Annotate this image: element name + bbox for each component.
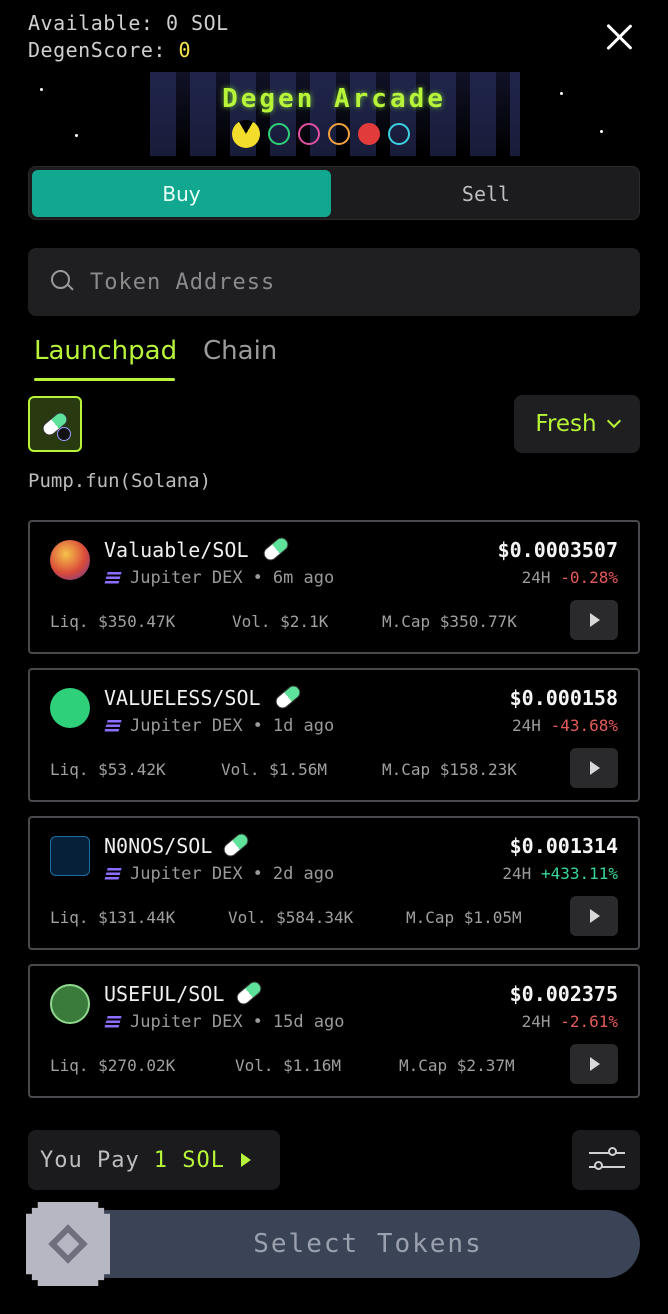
star-icon <box>75 134 78 137</box>
pill-icon <box>260 534 292 564</box>
liquidity: Liq. $350.47K <box>50 612 176 631</box>
solana-icon <box>104 868 122 880</box>
ghost-icon <box>328 123 350 145</box>
play-icon[interactable] <box>570 748 618 788</box>
token-logo <box>50 984 90 1024</box>
banner-sprites <box>232 120 410 148</box>
token-card[interactable]: Valuable/SOL Jupiter DEX • 6m ago $0.00035… <box>28 520 640 654</box>
liquidity: Liq. $131.44K <box>50 908 176 927</box>
pacman-icon <box>232 120 260 148</box>
pixel-avatar-icon <box>26 1202 110 1286</box>
tab-chain[interactable]: Chain <box>203 336 277 366</box>
ghost-icon <box>358 123 380 145</box>
chevron-down-icon <box>606 413 621 429</box>
slider-knob <box>608 1147 617 1156</box>
you-pay-amount: 1 SOL <box>153 1147 225 1173</box>
solana-icon <box>104 1016 122 1028</box>
token-pair: N0NOS/SOL <box>104 834 213 858</box>
pill-icon <box>272 682 304 712</box>
token-card[interactable]: USEFUL/SOL Jupiter DEX • 15d ago $0.002375… <box>28 964 640 1098</box>
sort-selected: Fresh <box>535 411 597 437</box>
token-card[interactable]: N0NOS/SOL Jupiter DEX • 2d ago $0.001314 2… <box>28 816 640 950</box>
pill-icon <box>220 830 252 860</box>
play-icon[interactable] <box>570 600 618 640</box>
pill-icon <box>233 978 265 1008</box>
token-price: $0.001314 <box>509 834 618 858</box>
token-change: 24H +433.11% <box>502 864 618 883</box>
search-icon <box>50 269 76 295</box>
slider-knob <box>594 1161 603 1170</box>
volume: Vol. $584.34K <box>228 908 354 927</box>
close-icon[interactable] <box>604 22 634 52</box>
degen-arcade-banner: Degen Arcade <box>0 72 668 156</box>
token-price: $0.000158 <box>509 686 618 710</box>
degen-score-value: 0 <box>178 38 192 62</box>
wallet-info: Available: 0 SOL DegenScore: 0 <box>28 10 229 64</box>
token-pair: USEFUL/SOL <box>104 982 225 1006</box>
degen-score: DegenScore: 0 <box>28 38 192 62</box>
pumpfun-platform-button[interactable] <box>28 396 82 452</box>
slider-line <box>589 1152 625 1154</box>
ghost-icon <box>268 123 290 145</box>
ghost-icon <box>388 123 410 145</box>
token-change: 24H -43.68% <box>512 716 618 735</box>
token-logo <box>50 540 90 580</box>
volume: Vol. $1.56M <box>221 760 327 779</box>
you-pay-label: You Pay <box>40 1147 140 1173</box>
token-search <box>28 248 640 316</box>
play-icon[interactable] <box>570 1044 618 1084</box>
platform-label: Pump.fun(Solana) <box>28 470 212 492</box>
token-dex: Jupiter DEX • 15d ago <box>104 1012 345 1032</box>
token-address-input[interactable] <box>90 269 590 295</box>
token-dex: Jupiter DEX • 1d ago <box>104 716 334 736</box>
star-icon <box>600 130 603 133</box>
market-cap: M.Cap $2.37M <box>399 1056 515 1075</box>
diamond-icon <box>48 1224 88 1264</box>
banner-title: Degen Arcade <box>222 84 446 114</box>
token-card[interactable]: VALUELESS/SOL Jupiter DEX • 1d ago $0.0001… <box>28 668 640 802</box>
token-dex: Jupiter DEX • 2d ago <box>104 864 334 884</box>
volume: Vol. $2.1K <box>232 612 329 631</box>
solana-icon <box>104 572 122 584</box>
token-dex: Jupiter DEX • 6m ago <box>104 568 334 588</box>
you-pay-selector[interactable]: You Pay 1 SOL <box>28 1130 280 1190</box>
market-cap: M.Cap $1.05M <box>406 908 522 927</box>
token-logo <box>50 836 90 876</box>
token-change: 24H -0.28% <box>521 568 618 587</box>
available-balance: Available: 0 SOL <box>28 11 229 35</box>
token-pair: VALUELESS/SOL <box>104 686 261 710</box>
token-price: $0.002375 <box>509 982 618 1006</box>
solana-icon <box>104 720 122 732</box>
sell-tab[interactable]: Sell <box>335 170 637 217</box>
market-cap: M.Cap $350.77K <box>382 612 517 631</box>
settings-sliders-icon[interactable] <box>572 1130 640 1190</box>
token-logo <box>50 688 90 728</box>
token-pair: Valuable/SOL <box>104 538 249 562</box>
tab-launchpad[interactable]: Launchpad <box>34 336 177 381</box>
ghost-icon <box>298 123 320 145</box>
sort-dropdown[interactable]: Fresh <box>514 395 640 453</box>
play-icon[interactable] <box>570 896 618 936</box>
solana-badge-icon <box>57 427 71 441</box>
market-cap: M.Cap $158.23K <box>382 760 517 779</box>
volume: Vol. $1.16M <box>235 1056 341 1075</box>
liquidity: Liq. $53.42K <box>50 760 166 779</box>
buy-sell-toggle: Buy Sell <box>28 166 640 220</box>
select-tokens-button[interactable]: Select Tokens <box>56 1210 640 1278</box>
play-arrow-icon <box>240 1153 251 1167</box>
token-change: 24H -2.61% <box>521 1012 618 1031</box>
token-price: $0.0003507 <box>497 538 618 562</box>
buy-tab[interactable]: Buy <box>32 170 331 217</box>
liquidity: Liq. $270.02K <box>50 1056 176 1075</box>
